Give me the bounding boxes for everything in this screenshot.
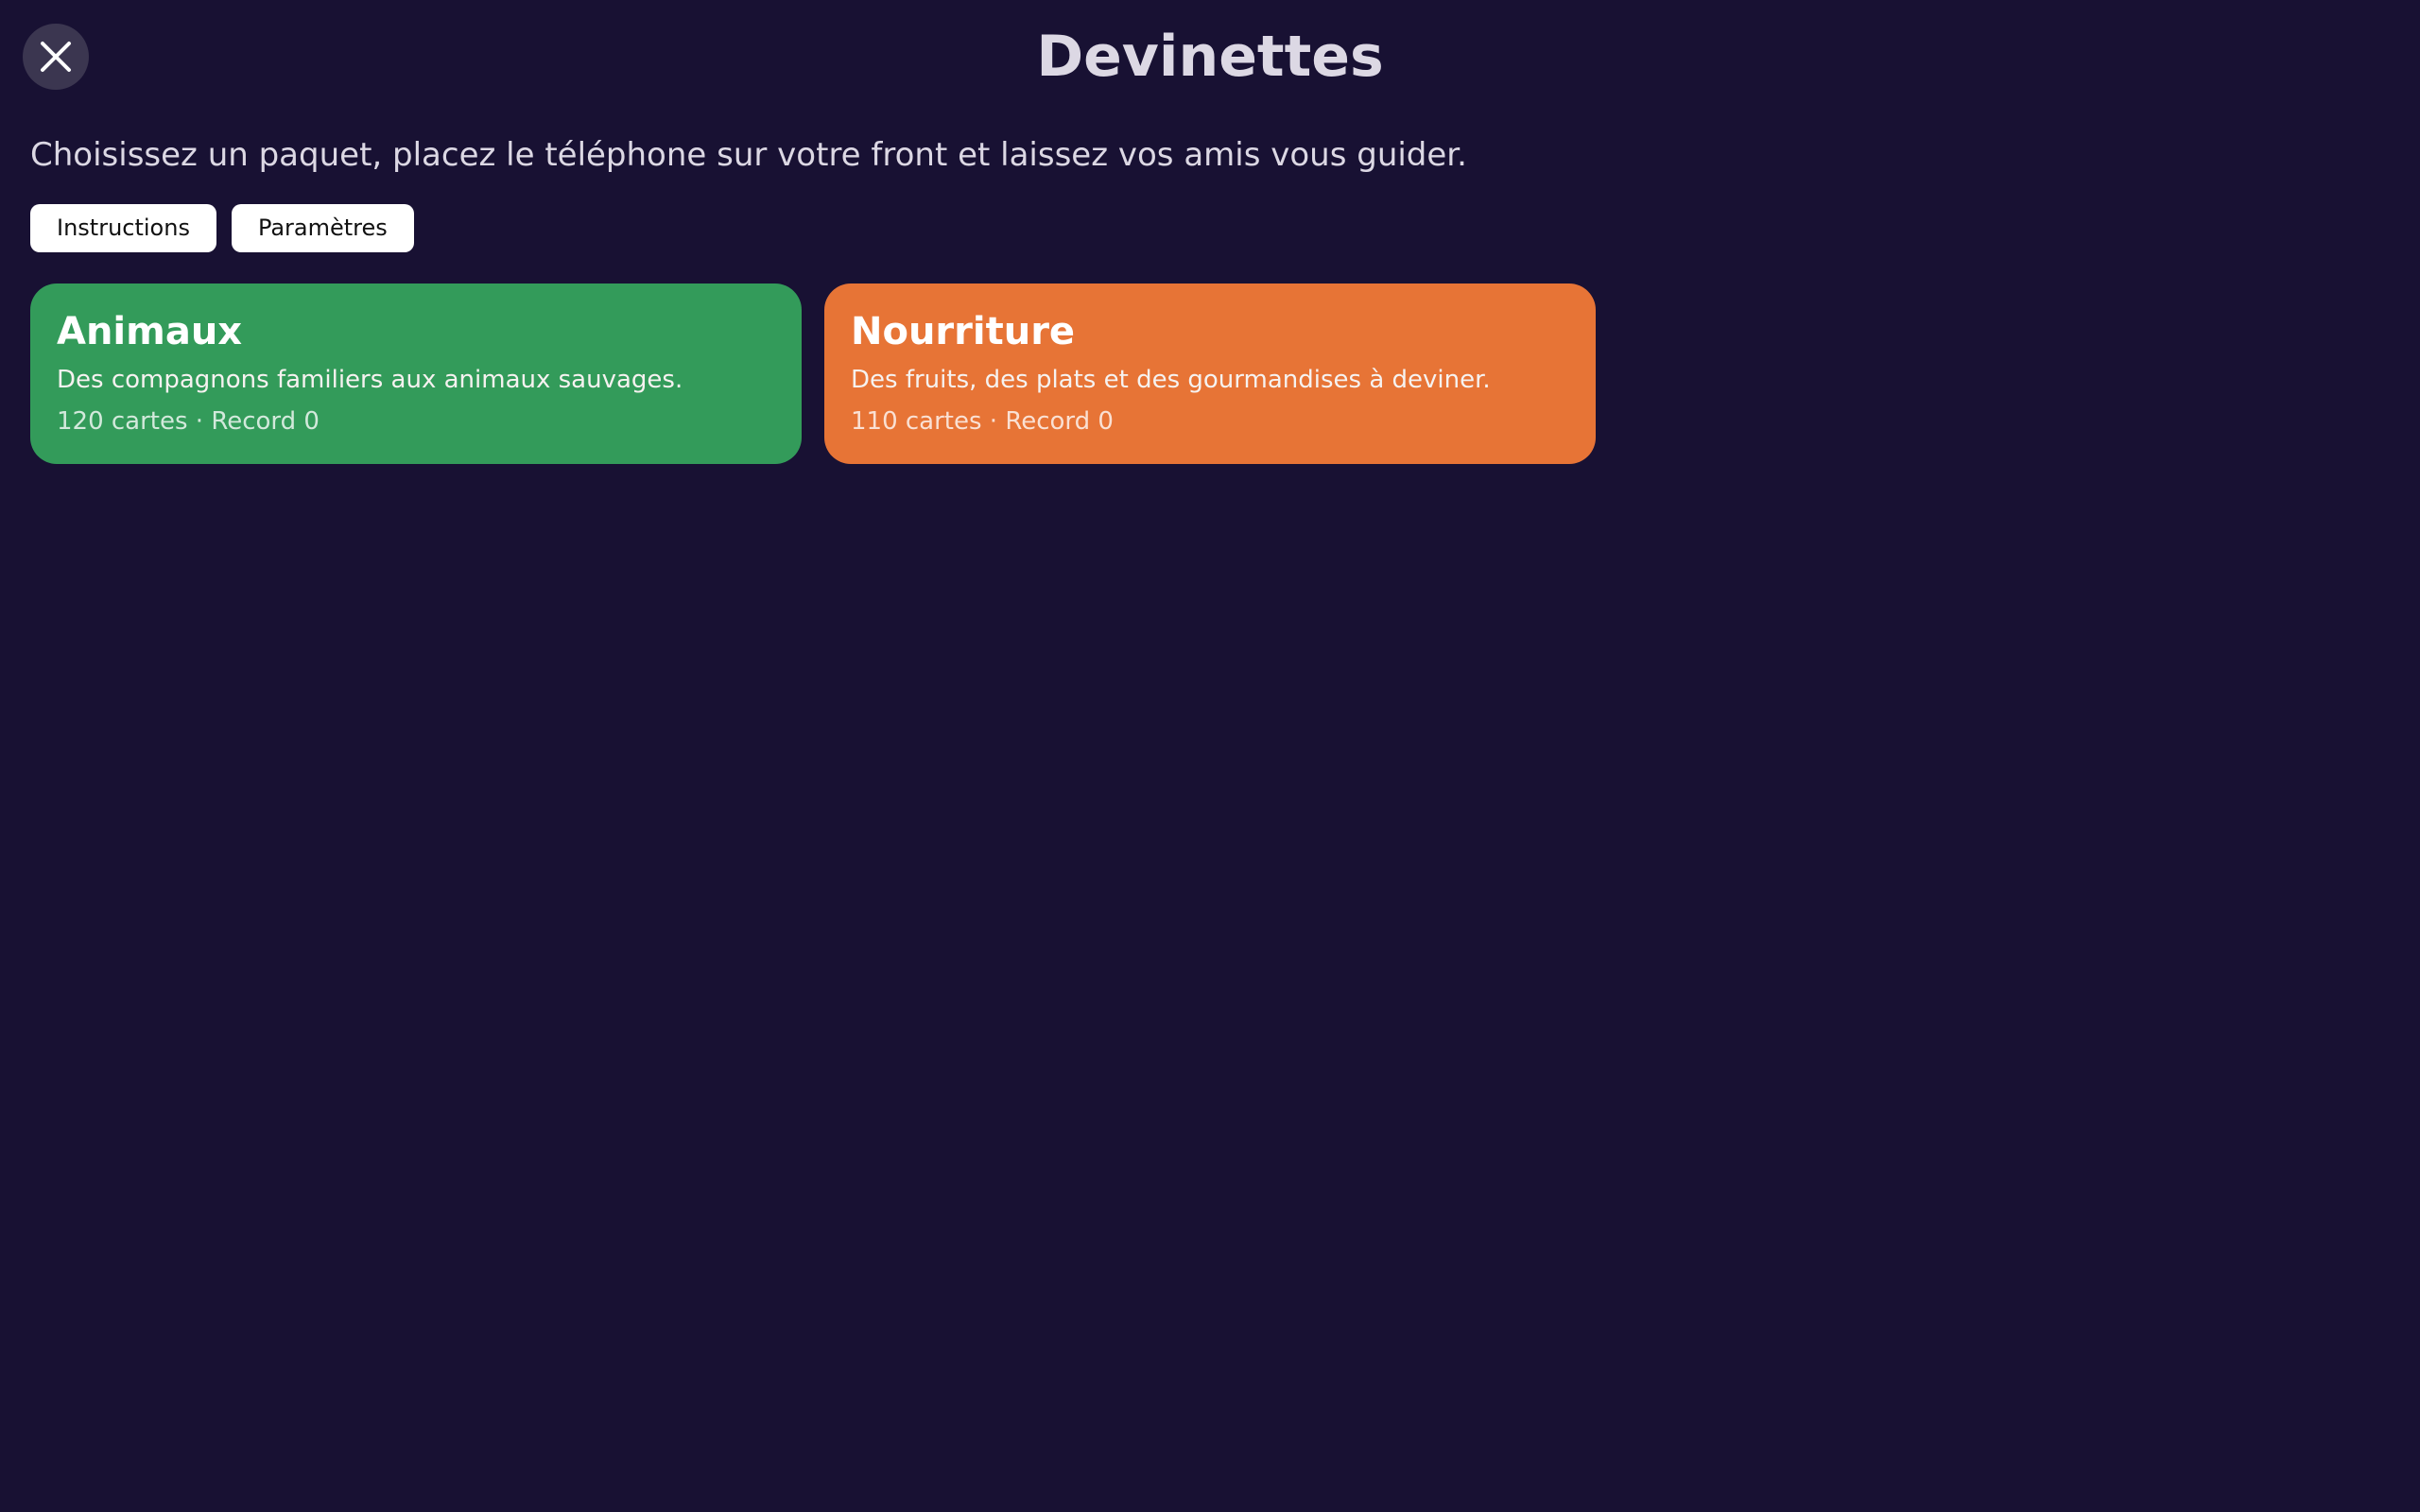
deck-meta: 120 cartes · Record 0 [57,407,320,436]
deck-card-animaux[interactable]: Animaux Des compagnons familiers aux ani… [30,284,802,464]
page-title: Devinettes [1036,24,1384,90]
deck-meta: 110 cartes · Record 0 [851,407,1114,436]
deck-list: Animaux Des compagnons familiers aux ani… [30,284,1596,464]
deck-description: Des fruits, des plats et des gourmandise… [851,366,1491,394]
settings-button[interactable]: Paramètres [231,204,414,252]
deck-card-nourriture[interactable]: Nourriture Des fruits, des plats et des … [824,284,1596,464]
app-root: Devinettes Choisissez un paquet, placez … [0,0,2420,1512]
intro-text: Choisissez un paquet, placez le téléphon… [30,136,1467,174]
deck-name: Animaux [57,310,243,353]
deck-description: Des compagnons familiers aux animaux sau… [57,366,683,394]
deck-name: Nourriture [851,310,1076,353]
instructions-button[interactable]: Instructions [30,204,216,252]
action-bar: Instructions Paramètres [30,204,414,252]
